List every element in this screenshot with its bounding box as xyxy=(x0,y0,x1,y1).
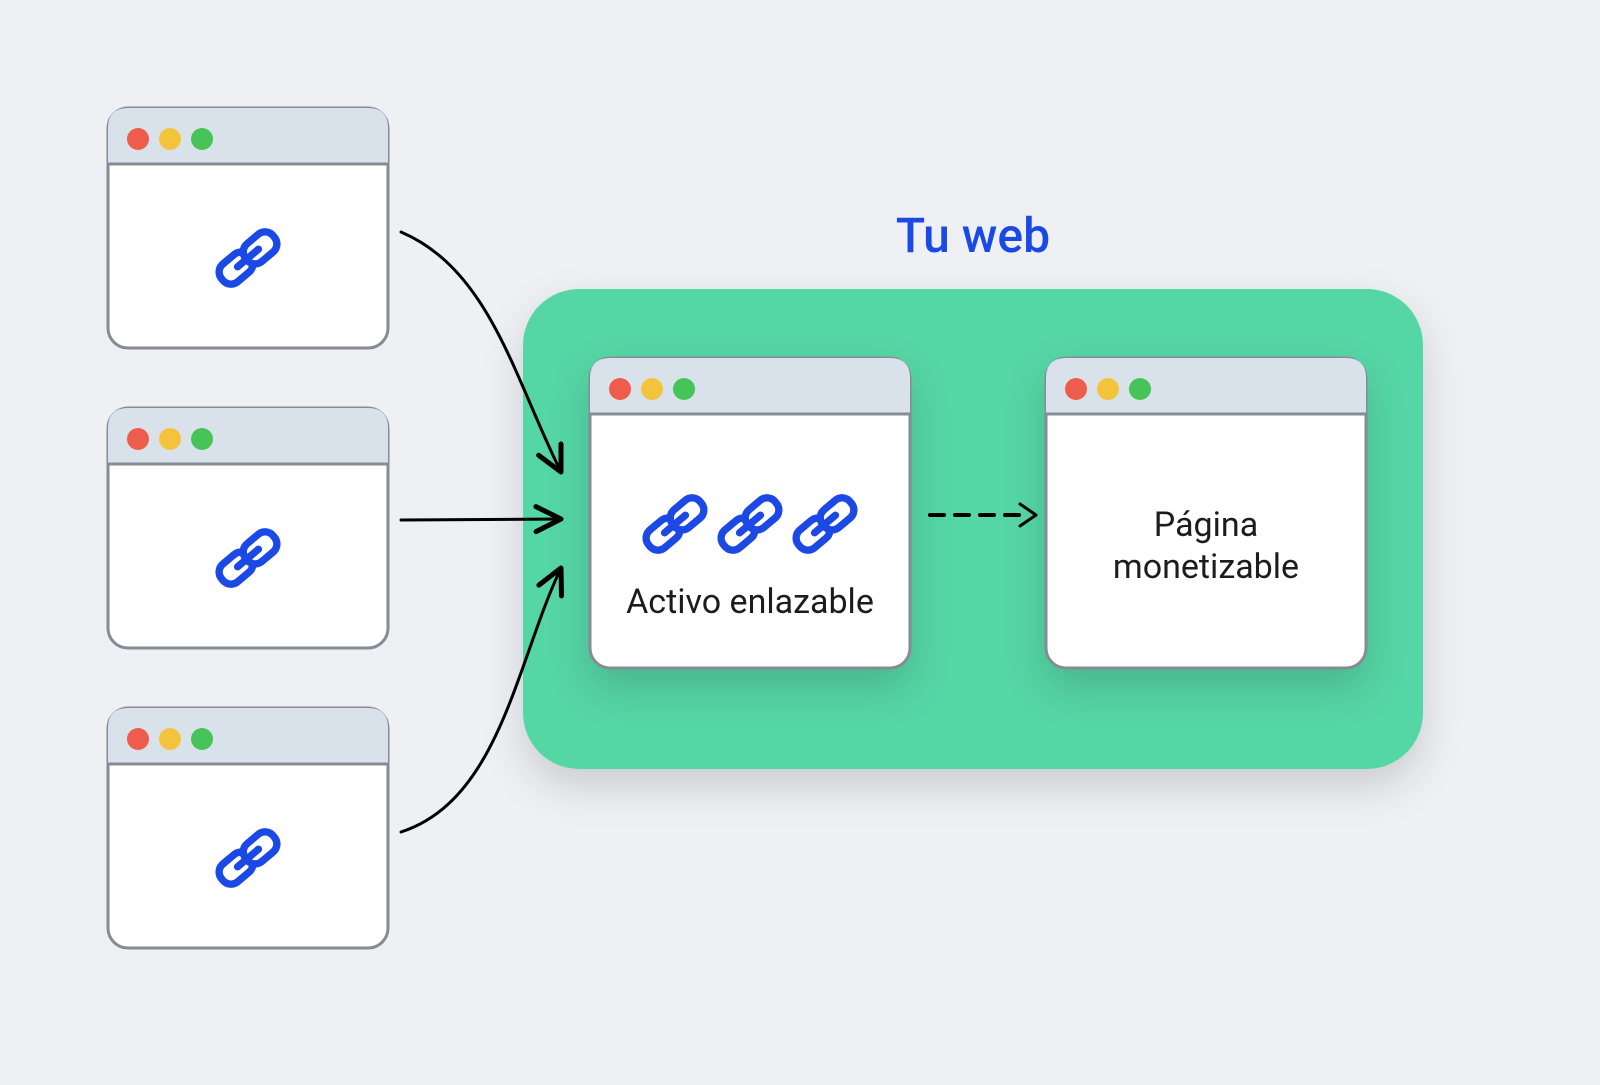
linkable-asset-label: Activo enlazable xyxy=(626,582,874,622)
source-window-1 xyxy=(108,108,388,348)
monetizable-page-label-line2: monetizable xyxy=(1113,547,1299,587)
source-window-2 xyxy=(108,408,388,648)
monetizable-page-label-line1: Página xyxy=(1154,505,1258,545)
monetizable-page-window: Página monetizable Página monetizable xyxy=(1046,343,1366,668)
arrow-source2-to-asset xyxy=(401,519,561,520)
linkable-asset-window: Activo enlazable xyxy=(590,358,910,668)
source-window-3 xyxy=(108,708,388,948)
diagram-canvas: Tu web xyxy=(0,0,1600,1081)
your-web-title: Tu web xyxy=(896,207,1050,264)
